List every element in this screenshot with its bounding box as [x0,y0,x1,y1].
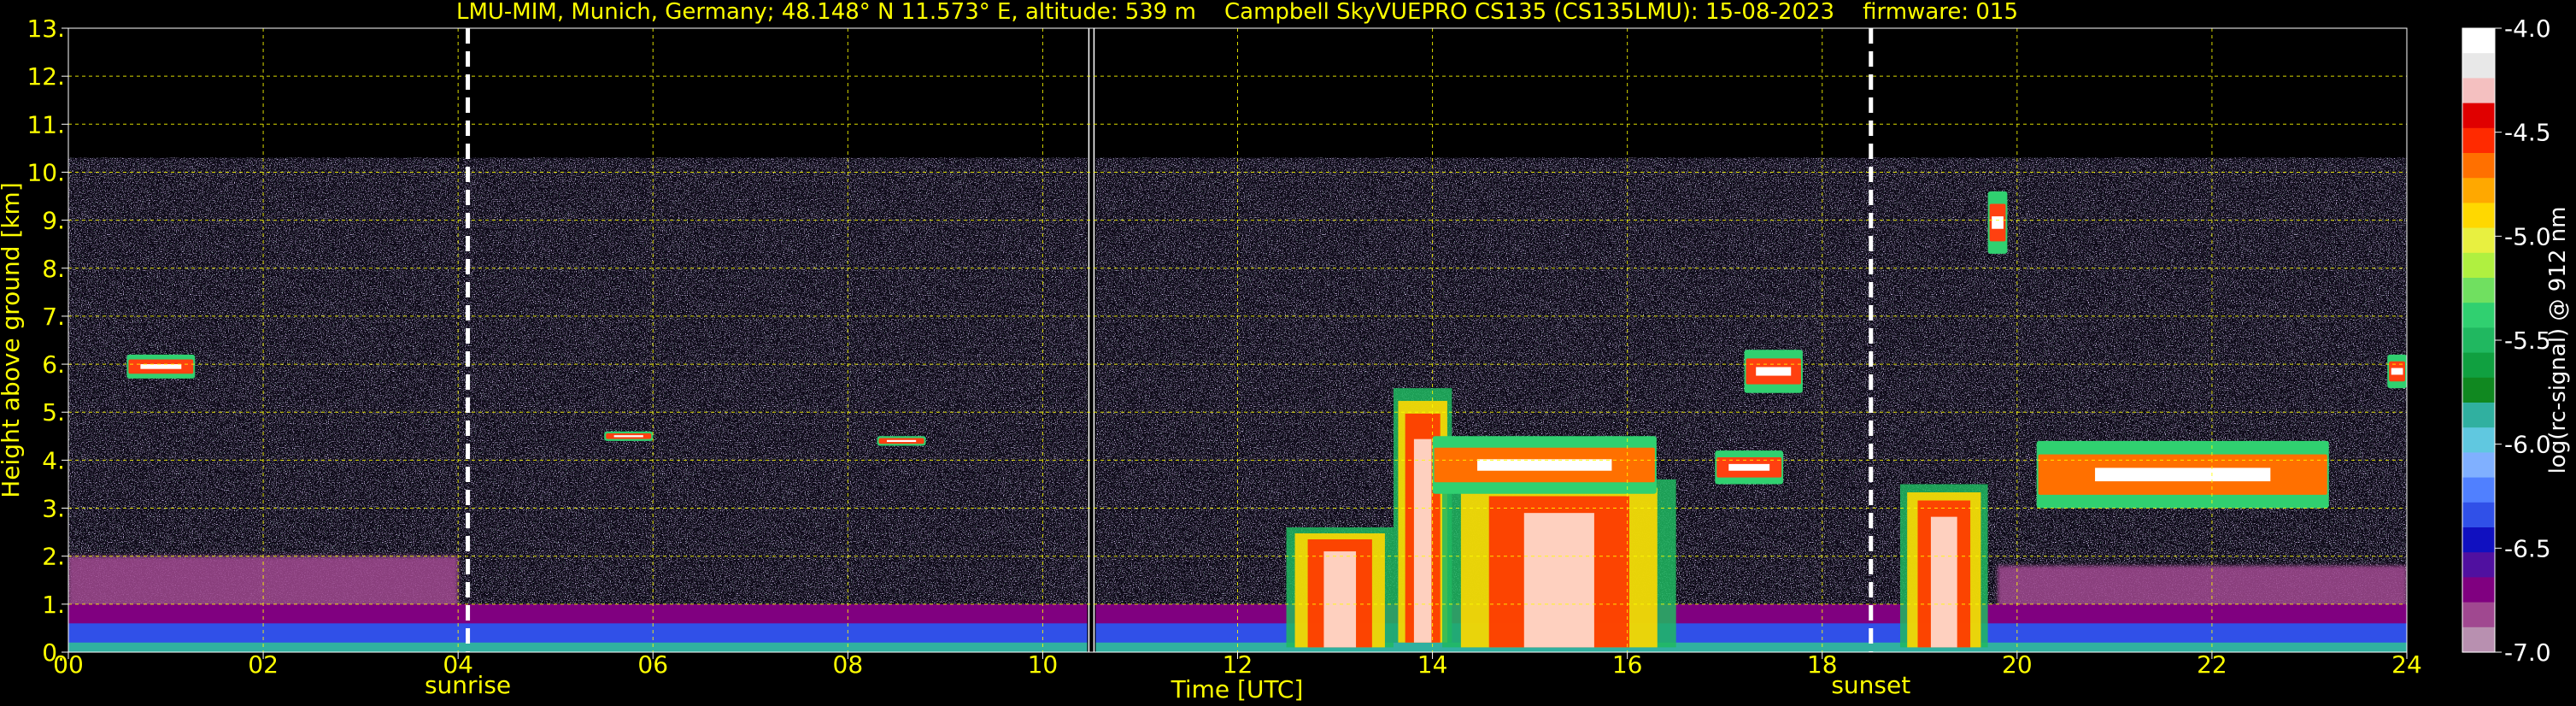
colorbar-segment [2462,203,2495,229]
colorbar-tick-label: -5.0 [2504,222,2551,250]
x-tick-label: 06 [637,650,668,679]
colorbar-segment [2462,403,2495,428]
colorbar: -4.0 -4.5 -5.0 -5.5 -6.0 -6.5 -7.0 [2462,15,2551,667]
cloud-1-peak [613,435,643,438]
cloud-5-peak [1992,216,2004,229]
cloud-2-peak [886,439,917,443]
y-tick-label: 11. [26,110,65,138]
colorbar-segment [2462,527,2495,553]
convective-cloud-0-peak [1323,551,1357,648]
convective-cloud-2 [1441,479,1676,648]
cloud-0 [126,354,196,379]
colorbar-segment [2462,552,2495,578]
colorbar-segment [2462,303,2495,328]
colorbar-segment [2462,103,2495,129]
y-axis-label: Height above ground [km] [0,182,25,498]
convective-cloud-2-peak [1523,513,1594,648]
y-tick-label: 5. [42,398,65,427]
convective-cloud-3-peak [1930,516,1957,648]
ceilometer-chart: sunrise sunset00 02 04 06 08 10 12 14 16 18 20 22 240… [0,0,2571,703]
colorbar-segment [2462,327,2495,354]
x-axis-label: Time [UTC] [1171,675,1304,703]
colorbar-segment [2462,602,2495,628]
cloud-3 [1715,450,1784,485]
colorbar-segment [2462,352,2495,379]
x-tick-label: 16 [1612,650,1643,679]
y-tick-label: 13. [26,15,65,43]
colorbar-segment [2462,178,2495,203]
cloud-6 [2387,354,2407,389]
sunset-label: sunset [1831,671,1910,699]
colorbar-label: log(rc-signal) @ 912 nm [2545,207,2571,474]
colorbar-tick-label: -7.0 [2504,638,2551,667]
cloud-1 [604,431,654,441]
y-tick-label: 2. [42,543,65,571]
convective-cloud-1-peak [1413,438,1432,643]
convective-cloud-3 [1899,484,1988,648]
cloud-layer-0 [1432,436,1657,494]
y-tick-label: 0. [42,638,65,667]
colorbar-segment [2462,153,2495,179]
colorbar-tick-label: -4.0 [2504,15,2551,43]
colorbar-segment [2462,252,2495,279]
y-tick-label: 9. [42,207,65,235]
colorbar-segment [2462,78,2495,104]
y-tick-label: 7. [42,303,65,331]
cloud-4 [1744,350,1803,393]
colorbar-segment [2462,427,2495,453]
y-tick-label: 4. [42,446,65,474]
y-tick-label: 1. [42,591,65,619]
colorbar-segment [2462,502,2495,528]
x-tick-label: 22 [2197,650,2227,679]
colorbar-segment [2462,278,2495,303]
colorbar-segment [2462,577,2495,603]
cloud-layer-1 [2036,440,2329,509]
colorbar-tick-label: -5.5 [2504,327,2551,355]
chart-title: LMU-MIM, Munich, Germany; 48.148° N 11.5… [456,0,2018,25]
colorbar-segment [2462,477,2495,503]
colorbar-segment [2462,452,2495,479]
colorbar-segment [2462,627,2495,653]
cloud-4-peak [1756,367,1792,376]
cloud-2 [877,436,926,446]
x-tick-label: 10 [1028,650,1059,679]
y-tick-label: 6. [42,350,65,379]
colorbar-tick-label: -4.5 [2504,119,2551,147]
cloud-layer-0-peak [1477,459,1612,471]
colorbar-segment [2462,227,2495,254]
colorbar-segment [2462,377,2495,403]
colorbar-segment [2462,127,2495,154]
y-tick-label: 3. [42,495,65,523]
cloud-3-peak [1728,463,1770,471]
colorbar-tick-label: -6.5 [2504,534,2551,562]
cloud-layer-1-peak [2095,468,2271,482]
cloud-6-peak [2391,368,2403,375]
colorbar-segment [2462,53,2495,79]
cloud-0-peak [140,364,182,369]
colorbar-tick-label: -6.0 [2504,431,2551,459]
x-tick-label: 14 [1417,650,1448,679]
x-tick-label: 08 [833,650,864,679]
y-tick-label: 12. [26,62,65,91]
y-tick-label: 10. [26,158,65,186]
x-tick-label: 20 [2002,650,2033,679]
cloud-5 [1987,191,2008,254]
colorbar-segment [2462,28,2495,54]
convective-cloud-0 [1286,527,1394,648]
y-tick-label: 8. [42,255,65,283]
x-tick-label: 18 [1807,650,1838,679]
x-tick-label: 24 [2391,650,2422,679]
x-tick-label: 04 [443,650,473,679]
x-tick-label: 02 [248,650,279,679]
